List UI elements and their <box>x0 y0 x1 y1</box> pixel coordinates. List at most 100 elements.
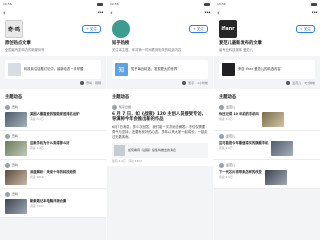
post-detail[interactable]: 知乎日报 6 月 7 日，如《战狼》120 主创人员接受专访，导演称今年会推出新… <box>107 101 213 166</box>
status-bar: 10:56 <box>214 0 320 8</box>
status-time: 10:56 <box>217 2 226 6</box>
list-item[interactable]: 爱范儿 这可能是今年最值得买的旗舰手机 阅读 2.6万 <box>214 131 320 160</box>
item-image <box>5 169 27 185</box>
list-item[interactable]: 奇鸣 美国人最喜爱的智能家居排名出炉 阅读 2.1万 <box>0 102 106 131</box>
avatar <box>80 80 85 85</box>
item-image <box>5 140 27 156</box>
feed-list: 奇鸣 美国人最喜爱的智能家居排名出炉 阅读 2.1万 奇鸣 这款手机为什么卖得那么… <box>0 101 106 218</box>
phone-panel-1: 10:56 ‹ ••• 奇·鸣 + 关注 原创热点文章 全国最有影响力的新媒体号… <box>0 0 106 240</box>
list-item[interactable]: 爱范儿 你还记得 10 年前的手机吗 阅读 3.2万 <box>214 102 320 131</box>
post-body: 6月7日消息，多少次回答，我们能一次次地去解答。不仅仅需要勇气与坚持，还要有良好… <box>112 124 208 139</box>
topic-header: + 关注 知乎热榜 关注本主题，你将第一时间看到相关的精选内容 <box>107 18 213 56</box>
battery-icon <box>97 2 103 6</box>
featured-card[interactable]: 科技前沿话题讨论中，最新动态一手掌握 <box>5 59 101 79</box>
author-name: 奇鸣 <box>12 105 19 110</box>
more-icon[interactable]: ••• <box>311 10 318 16</box>
topic-title: 原创热点文章 <box>5 41 31 46</box>
item-image <box>5 111 27 127</box>
author-name: 奇鸣 <box>12 192 19 197</box>
avatar <box>5 104 10 110</box>
link-card[interactable]: 如何看待《战狼》续集将推出的消息 <box>112 142 208 158</box>
item-meta: 阅读 7432 <box>30 204 44 209</box>
nav-bar: ‹ ••• <box>0 8 106 18</box>
card-text: 知乎每日精选，发现更大的世界 <box>131 66 178 71</box>
item-meta: 阅读 9856 <box>30 175 44 180</box>
topic-title: 知乎热榜 <box>112 41 130 46</box>
card-text: 来自 ifanr 爱范儿的精选内容 <box>238 66 281 71</box>
list-item[interactable]: 奇鸣 这款手机为什么卖得那么好 阅读 1.8万 <box>0 131 106 160</box>
card-thumbnail <box>8 62 21 76</box>
item-meta: 阅读 3.2万 <box>219 117 233 122</box>
section-title: 主题动态 <box>0 88 106 102</box>
item-title: 新款笔记本电脑评测合集 <box>30 198 67 203</box>
featured-card[interactable]: 知 知乎每日精选，发现更大的世界 <box>112 59 208 79</box>
screenshot-composite: 10:56 ‹ ••• 奇·鸣 + 关注 原创热点文章 全国最有影响力的新媒体号… <box>0 0 320 240</box>
status-bar: 10:56 <box>0 0 106 8</box>
avatar <box>286 80 291 85</box>
link-title: 如何看待《战狼》续集将推出的消息 <box>128 148 177 152</box>
follow-button[interactable]: + 关注 <box>81 25 101 33</box>
back-icon[interactable]: ‹ <box>110 8 113 18</box>
follow-button[interactable]: + 关注 <box>188 25 208 33</box>
source-label: 爱范儿 · 3分钟前 <box>292 80 315 85</box>
author-name: 奇鸣 <box>12 134 19 139</box>
item-title: 这款手机为什么卖得那么好 <box>30 140 70 145</box>
list-item[interactable]: 奇鸣 新款笔记本电脑评测合集 阅读 7432 <box>0 189 106 218</box>
topic-description: 最专业科技媒体 爱范儿 <box>219 48 254 52</box>
author-name: 知乎日报 <box>119 105 132 110</box>
item-meta: 阅读 2.6万 <box>219 146 233 151</box>
avatar <box>219 104 224 110</box>
section-title: 主题动态 <box>107 88 213 102</box>
more-icon[interactable]: ••• <box>97 10 104 16</box>
avatar <box>219 162 224 168</box>
status-time: 10:56 <box>110 2 119 6</box>
topic-description: 全国最有影响力的新媒体号 <box>5 48 45 52</box>
author-name: 爱范儿 <box>226 134 236 139</box>
avatar <box>5 191 10 197</box>
source-row: 奇鸣 · 刚刚 <box>5 80 101 85</box>
follow-button[interactable]: + 关注 <box>295 25 315 33</box>
item-meta: 阅读 1.8万 <box>30 146 44 151</box>
topic-logo: 奇·鸣 <box>5 20 23 38</box>
list-item[interactable]: 爱范儿 下一代芯片将带来怎样的改变 阅读 1.5万 <box>214 160 320 189</box>
topic-description: 关注本主题，你将第一时间看到相关的精选内容 <box>112 48 182 52</box>
status-bar: 10:56 <box>107 0 213 8</box>
back-icon[interactable]: ‹ <box>3 8 6 18</box>
item-title: 美国人最喜爱的智能家居排名出炉 <box>30 111 80 116</box>
author-name: 爱范儿 <box>226 105 236 110</box>
avatar <box>5 162 10 168</box>
card-thumbnail <box>222 62 235 76</box>
source-label: 知乎 · 1小时前 <box>188 80 208 85</box>
nav-bar: ‹ ••• <box>214 8 320 18</box>
item-meta: 阅读 2.1万 <box>30 117 44 122</box>
nav-bar: ‹ ••• <box>107 8 213 18</box>
author-name: 奇鸣 <box>12 163 19 168</box>
card-logo: 知 <box>115 62 128 76</box>
item-title: 这可能是今年最值得买的旗舰手机 <box>219 140 269 145</box>
list-item[interactable]: 奇鸣 深度解析：未来十年的科技趋势 阅读 9856 <box>0 160 106 189</box>
item-title: 深度解析：未来十年的科技趋势 <box>30 169 77 174</box>
source-row: 知乎 · 1小时前 <box>112 80 208 85</box>
item-meta: 阅读 1.5万 <box>219 175 233 180</box>
link-thumbnail <box>114 144 125 156</box>
item-image <box>264 169 287 185</box>
item-title: 你还记得 10 年前的手机吗 <box>219 111 259 116</box>
back-icon[interactable]: ‹ <box>217 8 220 18</box>
battery-icon <box>311 2 317 6</box>
item-title: 下一代芯片将带来怎样的改变 <box>219 169 262 174</box>
battery-icon <box>204 2 210 6</box>
item-image <box>261 111 284 127</box>
more-icon[interactable]: ••• <box>204 10 211 16</box>
avatar <box>182 80 187 85</box>
section-title: 主题动态 <box>214 88 320 102</box>
phone-panel-3: 10:56 ‹ ••• ifanr + 关注 爱范儿最新发布的文章 最专业科技媒… <box>214 0 320 240</box>
item-image <box>5 198 27 214</box>
topic-header: 奇·鸣 + 关注 原创热点文章 全国最有影响力的新媒体号 <box>0 18 106 56</box>
feed-list: 爱范儿 你还记得 10 年前的手机吗 阅读 3.2万 爱范儿 这可能是今年最值得买… <box>214 101 320 189</box>
post-title: 6 月 7 日，如《战狼》120 主创人员接受专访，导演称今年会推出新的作品 <box>112 111 206 123</box>
featured-card[interactable]: 来自 ifanr 爱范儿的精选内容 <box>219 59 315 79</box>
topic-header: ifanr + 关注 爱范儿最新发布的文章 最专业科技媒体 爱范儿 <box>214 18 320 56</box>
topic-logo: ifanr <box>219 20 237 38</box>
topic-logo <box>112 20 130 38</box>
item-image <box>271 140 294 156</box>
